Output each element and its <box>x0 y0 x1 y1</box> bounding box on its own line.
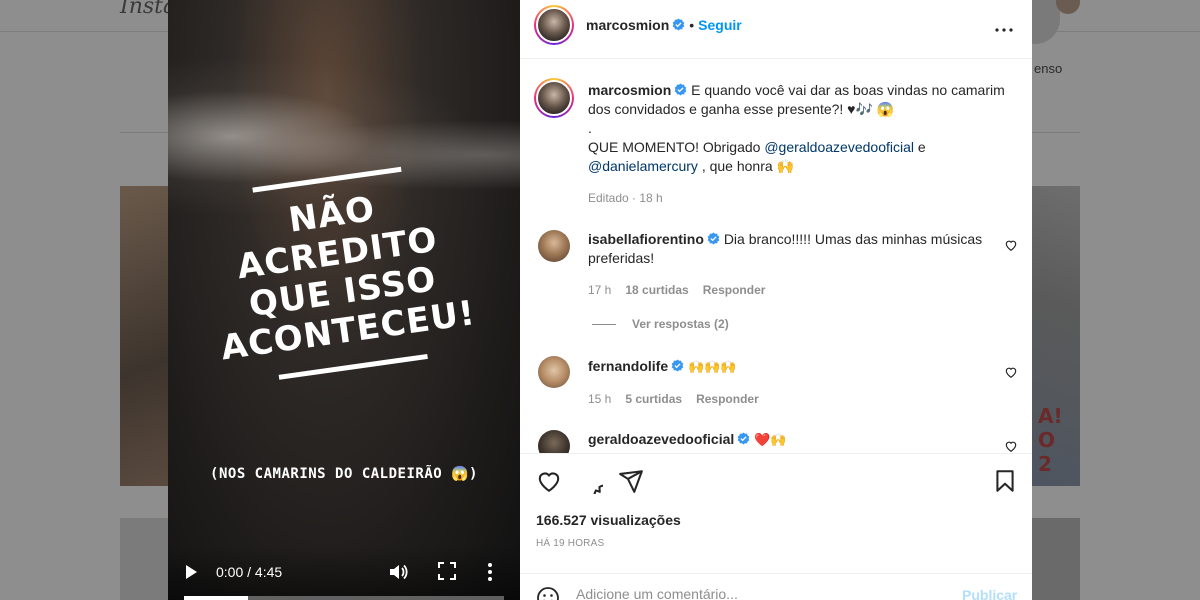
caption-meta: Editado · 18 h <box>588 191 663 205</box>
video-overlay-text: NÃO ACREDITO QUE ISSO ACONTECEU! <box>188 158 500 445</box>
video-controls: 0:00 / 4:45 <box>168 546 520 600</box>
view-replies-button[interactable]: Ver respostas (2) <box>592 317 729 331</box>
comment-bubble-icon[interactable] <box>577 468 603 494</box>
reply-button[interactable]: Responder <box>703 283 766 297</box>
video-more-icon[interactable] <box>486 562 494 582</box>
video-progress-bar[interactable] <box>184 596 504 600</box>
post-panel: marcosmion • Seguir marcosmion E quando vo… <box>520 0 1032 600</box>
verified-icon <box>707 232 720 245</box>
header-dot: • <box>689 17 695 33</box>
video-caption: (NOS CAMARINS DO CALDEIRÃO 😱) <box>210 466 478 482</box>
like-comment-heart-icon[interactable] <box>1004 365 1018 379</box>
post-caption: marcosmion E quando você vai dar as boas… <box>588 81 1008 208</box>
header-user: marcosmion • Seguir <box>586 17 742 33</box>
follow-button[interactable]: Seguir <box>698 17 742 33</box>
view-count[interactable]: 166.527 visualizações <box>536 512 681 528</box>
bookmark-save-icon[interactable] <box>992 468 1018 494</box>
caption-line-2: . <box>588 120 592 136</box>
comment-likes[interactable]: 5 curtidas <box>625 392 682 406</box>
like-comment-heart-icon[interactable] <box>1004 238 1018 252</box>
play-icon[interactable] <box>186 565 197 579</box>
background-thumbnail-left <box>120 186 168 486</box>
avatar[interactable] <box>534 5 574 45</box>
background-thumbnail-left-2 <box>120 518 168 600</box>
mention-geraldoazevedooficial[interactable]: @geraldoazevedooficial <box>764 139 914 155</box>
posted-time: HÁ 19 HORAS <box>536 538 605 549</box>
caption-line-3-suffix: , que honra 🙌 <box>701 158 794 174</box>
video-rule-bottom <box>278 353 428 380</box>
comment-time: 17 h <box>588 283 612 297</box>
fullscreen-icon[interactable] <box>438 562 456 580</box>
publish-button[interactable]: Publicar <box>962 587 1017 600</box>
comment-time: 15 h <box>588 392 612 406</box>
comment-geraldoazevedooficial: geraldoazevedooficial ❤️🙌 <box>588 430 988 450</box>
like-comment-heart-icon[interactable] <box>1004 439 1018 453</box>
share-send-icon[interactable] <box>618 468 644 494</box>
background-suggested-username: enso <box>1034 61 1063 76</box>
comment-avatar[interactable] <box>538 356 570 388</box>
comment-meta: 17 h 18 curtidas Responder <box>588 283 779 297</box>
comment-meta: 15 h 5 curtidas Responder <box>588 392 773 406</box>
verified-icon <box>672 18 685 31</box>
comments-section[interactable]: marcosmion E quando você vai dar as boas… <box>520 60 1032 453</box>
background-thumbnail-right: A! O 2 <box>1032 186 1080 486</box>
more-options-icon[interactable] <box>992 18 1016 42</box>
header-username[interactable]: marcosmion <box>586 17 669 33</box>
caption-username[interactable]: marcosmion <box>588 82 671 98</box>
comment-avatar[interactable] <box>538 430 570 453</box>
comment-text: 🙌🙌🙌 <box>688 360 737 375</box>
reply-button[interactable]: Responder <box>696 392 759 406</box>
comment-username[interactable]: isabellafiorentino <box>588 231 704 247</box>
view-replies-label: Ver respostas (2) <box>632 317 729 331</box>
volume-icon[interactable] <box>388 562 408 582</box>
comment-input[interactable] <box>576 586 936 600</box>
comment-fernandolife: fernandolife 🙌🙌🙌 <box>588 357 988 377</box>
video-headline: NÃO ACREDITO QUE ISSO ACONTECEU! <box>218 189 478 369</box>
comment-avatar[interactable] <box>538 230 570 262</box>
caption-avatar[interactable] <box>534 78 574 118</box>
emoji-icon[interactable] <box>536 586 560 600</box>
comment-text: ❤️🙌 <box>754 433 787 448</box>
background-thumbnail-right-2 <box>1032 518 1080 600</box>
comment-username[interactable]: geraldoazevedooficial <box>588 431 734 447</box>
caption-line-3-prefix: QUE MOMENTO! Obrigado <box>588 139 765 155</box>
comment-isabellafiorentino: isabellafiorentino Dia branco!!!!! Umas … <box>588 230 988 268</box>
post-actions: 166.527 visualizações HÁ 19 HORAS Public… <box>520 453 1032 600</box>
comment-username[interactable]: fernandolife <box>588 358 668 374</box>
video-time: 0:00 / 4:45 <box>216 564 283 580</box>
video-player[interactable]: NÃO ACREDITO QUE ISSO ACONTECEU! (NOS CA… <box>168 0 520 600</box>
video-progress-fill <box>184 596 248 600</box>
post-header: marcosmion • Seguir <box>520 0 1032 59</box>
verified-icon <box>737 432 750 445</box>
verified-icon <box>674 83 687 96</box>
verified-icon <box>671 359 684 372</box>
like-heart-icon[interactable] <box>536 468 562 494</box>
add-comment-bar: Publicar <box>520 573 1032 600</box>
mention-danielamercury[interactable]: @danielamercury <box>588 158 698 174</box>
comment-likes[interactable]: 18 curtidas <box>625 283 688 297</box>
caption-line-3-mid: e <box>913 139 926 155</box>
